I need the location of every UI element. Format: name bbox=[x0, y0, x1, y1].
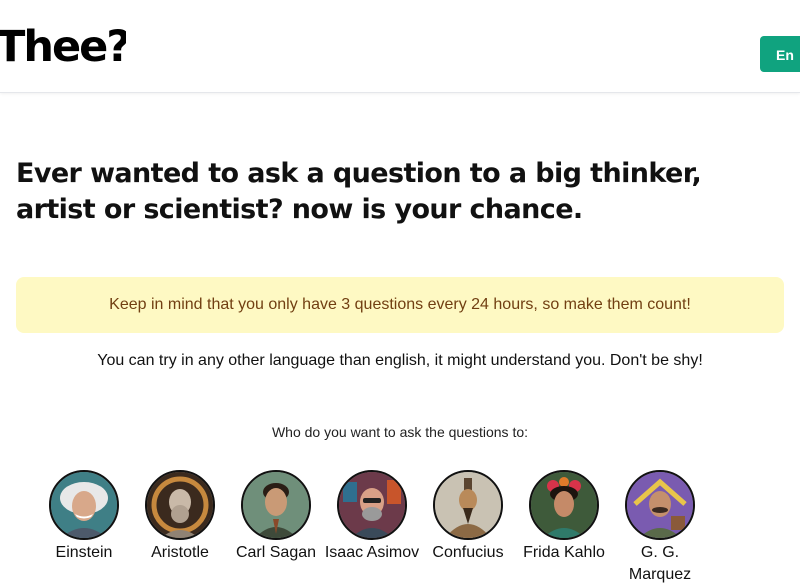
aristotle-portrait-icon bbox=[145, 470, 215, 540]
thinker-frida-kahlo[interactable]: Frida Kahlo bbox=[516, 470, 612, 564]
gg-marquez-portrait-icon bbox=[625, 470, 695, 540]
thinker-name: Carl Sagan bbox=[235, 544, 317, 561]
frida-kahlo-portrait-icon bbox=[529, 470, 599, 540]
site-header: Thee? En bbox=[0, 0, 800, 93]
thinker-carl-sagan[interactable]: Carl Sagan bbox=[228, 470, 324, 564]
thinker-confucius[interactable]: Confucius bbox=[420, 470, 516, 564]
thinker-name: Isaac Asimov bbox=[324, 544, 420, 561]
isaac-asimov-portrait-icon bbox=[337, 470, 407, 540]
thinker-name: Aristotle bbox=[151, 544, 209, 561]
thinker-einstein[interactable]: Einstein bbox=[36, 470, 132, 564]
thinker-name: Einstein bbox=[55, 544, 113, 561]
notice-text: Keep in mind that you only have 3 questi… bbox=[109, 296, 691, 313]
thinker-aristotle[interactable]: Aristotle bbox=[132, 470, 228, 564]
einstein-portrait-icon bbox=[49, 470, 119, 540]
confucius-portrait-icon bbox=[433, 470, 503, 540]
question-limit-notice: Keep in mind that you only have 3 questi… bbox=[16, 277, 784, 333]
carl-sagan-portrait-icon bbox=[241, 470, 311, 540]
site-logo[interactable]: Thee? bbox=[0, 22, 126, 72]
thinker-name: Confucius bbox=[432, 544, 504, 561]
thinker-gg-marquez[interactable]: G. G. Marquez bbox=[612, 470, 708, 586]
thinker-name: Frida Kahlo bbox=[523, 544, 605, 561]
page-headline: Ever wanted to ask a question to a big t… bbox=[16, 158, 702, 225]
language-button[interactable]: En bbox=[760, 36, 800, 72]
thinker-name: G. G. Marquez bbox=[628, 544, 692, 583]
thinker-list: Einstein Aristotle Carl Sagan Isaac Asim… bbox=[0, 470, 800, 583]
thinkers-prompt: Who do you want to ask the questions to: bbox=[271, 424, 529, 440]
language-hint: You can try in any other language than e… bbox=[97, 352, 703, 369]
thinker-isaac-asimov[interactable]: Isaac Asimov bbox=[324, 470, 420, 564]
